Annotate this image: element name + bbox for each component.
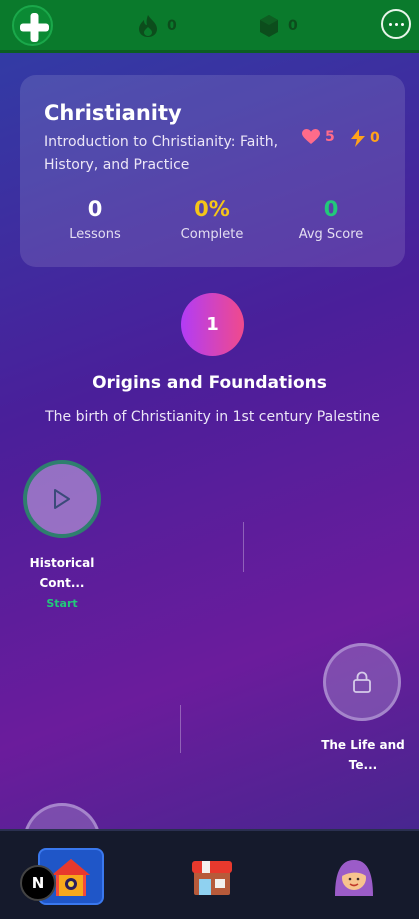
metric-complete: 0% Complete xyxy=(157,197,267,242)
heart-icon xyxy=(302,129,320,144)
metric-lessons: 0 Lessons xyxy=(40,197,150,242)
lock-icon xyxy=(353,671,371,693)
course-subtitle: Introduction to Christianity: Faith, His… xyxy=(44,134,279,173)
path-connector xyxy=(243,522,244,572)
lesson-label-line: Historical xyxy=(29,556,95,570)
top-bar: 0 0 xyxy=(0,0,419,53)
course-card: Christianity Introduction to Christianit… xyxy=(20,75,405,267)
energy-count: 0 xyxy=(370,130,380,146)
shop-icon xyxy=(192,861,232,895)
lesson-label-line: Cont... xyxy=(39,576,85,590)
hearts-count: 5 xyxy=(325,129,335,145)
lesson-status-1: Start xyxy=(46,597,78,610)
more-horizontal-icon xyxy=(388,22,392,26)
avatar-icon xyxy=(335,860,373,896)
gem-icon xyxy=(260,15,278,37)
streak-stat[interactable]: 0 xyxy=(137,14,177,38)
streak-count: 0 xyxy=(167,18,177,34)
nav-shop-button[interactable] xyxy=(180,849,244,905)
energy-badge: 0 xyxy=(350,129,380,147)
play-icon xyxy=(54,489,70,509)
bottom-navigation: N xyxy=(0,829,419,919)
path-connector xyxy=(180,705,181,753)
metric-label: Avg Score xyxy=(298,227,364,242)
lesson-label-1: Historical Cont... xyxy=(12,553,112,593)
lesson-node-2[interactable] xyxy=(323,643,401,721)
metric-value: 0 xyxy=(87,197,103,221)
course-title: Christianity xyxy=(44,101,182,125)
gems-stat[interactable]: 0 xyxy=(258,14,298,38)
lightning-icon xyxy=(351,129,365,147)
plus-circle-icon[interactable] xyxy=(12,5,53,46)
dev-badge[interactable]: N xyxy=(20,865,56,901)
metric-label: Complete xyxy=(180,227,244,242)
home-icon xyxy=(52,858,90,896)
nav-profile-button[interactable] xyxy=(322,849,386,905)
lesson-label-2: The Life and Te... xyxy=(313,735,413,775)
unit-number-badge: 1 xyxy=(181,293,244,356)
flame-icon xyxy=(139,15,157,37)
hearts-badge: 5 xyxy=(302,129,335,145)
unit-description: The birth of Christianity in 1st century… xyxy=(45,409,380,425)
lesson-node-1[interactable] xyxy=(23,460,101,538)
metric-value: 0% xyxy=(194,197,230,221)
more-options-button[interactable] xyxy=(381,9,411,39)
metric-label: Lessons xyxy=(69,227,121,242)
unit-title: Origins and Foundations xyxy=(92,373,327,393)
lesson-label-line: Te... xyxy=(348,758,378,772)
metric-avg-score: 0 Avg Score xyxy=(276,197,386,242)
lesson-label-line: The Life and xyxy=(321,738,405,752)
metric-value: 0 xyxy=(323,197,339,221)
gems-count: 0 xyxy=(288,18,298,34)
